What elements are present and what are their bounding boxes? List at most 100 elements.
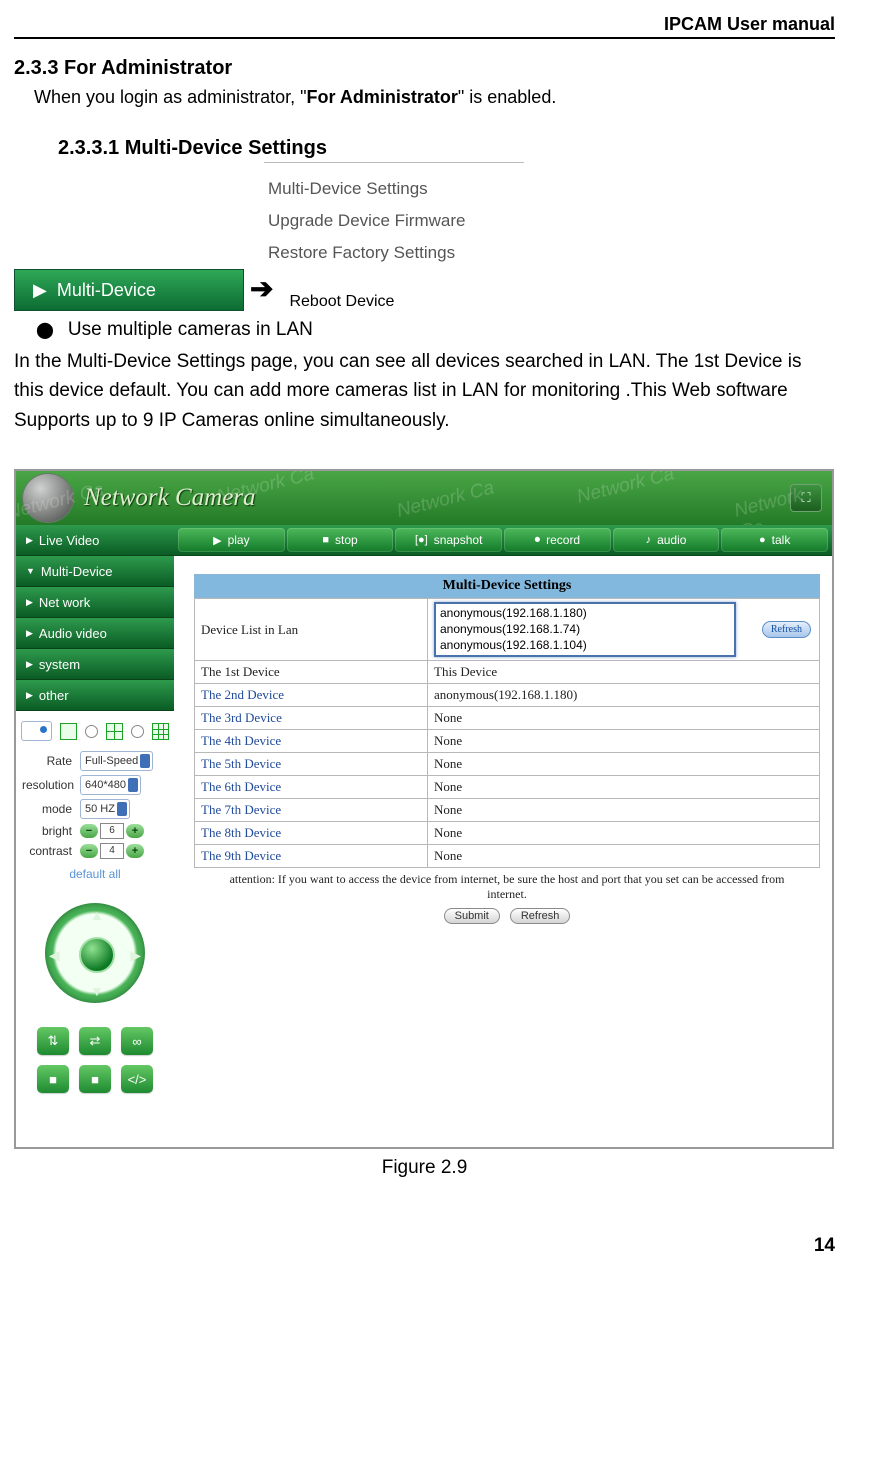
sidebar-item-other[interactable]: ▶ other: [16, 680, 174, 711]
device-list-item[interactable]: anonymous(192.168.1.74): [440, 622, 730, 638]
device-slot-label[interactable]: The 9th Device: [195, 845, 428, 868]
sidebar-item-multi-device[interactable]: ▼Multi-Device: [16, 556, 174, 587]
table-row: The 8th DeviceNone: [195, 822, 820, 845]
arrow-right-icon: ➔: [250, 272, 273, 311]
stop-button[interactable]: ■stop: [287, 528, 394, 552]
multi-device-button[interactable]: ▶ Multi-Device: [14, 269, 244, 311]
device-slot-label[interactable]: The 8th Device: [195, 822, 428, 845]
section-intro: When you login as administrator, "For Ad…: [34, 84, 835, 111]
stop-icon: ■: [322, 534, 329, 546]
device-list-item[interactable]: anonymous(192.168.1.104): [440, 638, 730, 654]
talk-button[interactable]: ●talk: [721, 528, 828, 552]
menu-restore-factory[interactable]: Restore Factory Settings: [264, 237, 835, 269]
device-slot-label[interactable]: The 5th Device: [195, 753, 428, 776]
device-slot-value: None: [428, 730, 820, 753]
sidebar-item-system[interactable]: ▶system: [16, 649, 174, 680]
contrast-value[interactable]: 4: [100, 843, 124, 859]
device-slot-value: None: [428, 799, 820, 822]
figure-2-9-screenshot: Network Ca Network Ca Network Ca Network…: [14, 469, 834, 1149]
device-slot-label[interactable]: The 2nd Device: [195, 684, 428, 707]
device-slot-label: The 1st Device: [195, 661, 428, 684]
sidebar-item-live-video[interactable]: ▶ Live Video: [16, 525, 174, 556]
table-row: The 5th DeviceNone: [195, 753, 820, 776]
contrast-plus-button[interactable]: +: [126, 844, 144, 858]
talk-icon: ●: [759, 534, 766, 546]
audio-button[interactable]: ♪audio: [613, 528, 720, 552]
default-all-link[interactable]: default all: [16, 861, 174, 893]
refresh-button-2[interactable]: Refresh: [510, 908, 571, 924]
layout-radio-2[interactable]: [85, 725, 98, 738]
sidebar-item-label: Live Video: [39, 533, 99, 548]
resolution-label: resolution: [22, 778, 78, 792]
chevron-icon: ▶: [26, 535, 33, 546]
sidebar-item-label: system: [39, 657, 80, 672]
device-list-label: Device List in Lan: [195, 599, 428, 661]
chevron-icon: ▶: [26, 597, 33, 608]
table-row: The 6th DeviceNone: [195, 776, 820, 799]
ptz-left-icon[interactable]: ◀: [49, 947, 60, 964]
table-row: The 4th DeviceNone: [195, 730, 820, 753]
layout-radio-3[interactable]: [131, 725, 144, 738]
device-slot-value: anonymous(192.168.1.180): [428, 684, 820, 707]
device-slot-value: None: [428, 707, 820, 730]
device-slot-label[interactable]: The 6th Device: [195, 776, 428, 799]
toolbar: ▶play■stop[●]snapshot ⏺ record ♪audio●talk: [174, 525, 832, 556]
fullscreen-toggle-button[interactable]: ⛶: [790, 484, 822, 512]
doc-header-title: IPCAM User manual: [14, 14, 835, 35]
layout-3x3-icon[interactable]: [152, 723, 169, 740]
layout-selector-row: [16, 711, 174, 749]
record-icon: ⏺: [535, 534, 541, 547]
flip-v-button[interactable]: ⇅: [37, 1027, 69, 1055]
refresh-button[interactable]: Refresh: [762, 621, 811, 638]
menu-upgrade-firmware[interactable]: Upgrade Device Firmware: [264, 205, 835, 237]
bright-value[interactable]: 6: [100, 823, 124, 839]
mode-label: mode: [22, 802, 78, 816]
contrast-minus-button[interactable]: −: [80, 844, 98, 858]
contrast-label: contrast: [22, 844, 78, 858]
table-row: The 7th DeviceNone: [195, 799, 820, 822]
device-slot-value: This Device: [428, 661, 820, 684]
stop-button[interactable]: ■: [37, 1065, 69, 1093]
resolution-select[interactable]: 640*480: [80, 775, 141, 795]
record-button[interactable]: ⏺ record: [504, 528, 611, 552]
menu-reboot-device[interactable]: Reboot Device: [273, 293, 835, 311]
device-slot-label[interactable]: The 4th Device: [195, 730, 428, 753]
ptz-control[interactable]: ▲ ▼ ◀ ▶: [35, 893, 155, 1013]
sidebar-item-label: other: [39, 688, 69, 703]
ptz-right-icon[interactable]: ▶: [130, 947, 141, 964]
submit-button[interactable]: Submit: [444, 908, 500, 924]
sidebar-item-audio-video[interactable]: ▶Audio video: [16, 618, 174, 649]
toolbar-label: audio: [657, 533, 686, 547]
ptz-up-icon[interactable]: ▲: [90, 907, 104, 923]
device-slot-label[interactable]: The 3rd Device: [195, 707, 428, 730]
loop-button[interactable]: ∞: [121, 1027, 153, 1055]
toolbar-label: record: [546, 533, 580, 547]
stop2-button[interactable]: ■: [79, 1065, 111, 1093]
admin-menu-panel: Multi-Device Settings Upgrade Device Fir…: [264, 162, 835, 269]
ptz-down-icon[interactable]: ▼: [90, 983, 104, 999]
play-button[interactable]: ▶play: [178, 528, 285, 552]
device-slot-label[interactable]: The 7th Device: [195, 799, 428, 822]
header-rule: [14, 37, 835, 39]
bright-plus-button[interactable]: +: [126, 824, 144, 838]
sidebar-item-label: Audio video: [39, 626, 107, 641]
page-number: 14: [14, 1235, 835, 1257]
layout-1x1-icon[interactable]: [60, 723, 77, 740]
flip-h-button[interactable]: ⇄: [79, 1027, 111, 1055]
play-icon: ▶: [213, 534, 221, 547]
table-row: The 3rd DeviceNone: [195, 707, 820, 730]
code-button[interactable]: </>: [121, 1065, 153, 1093]
menu-multi-device-settings[interactable]: Multi-Device Settings: [264, 173, 835, 205]
device-list-box[interactable]: anonymous(192.168.1.180)anonymous(192.16…: [434, 602, 736, 657]
layout-2x2-icon[interactable]: [106, 723, 123, 740]
rate-select[interactable]: Full-Speed: [80, 751, 153, 771]
bullet-text: Use multiple cameras in LAN: [68, 319, 313, 341]
snapshot-button[interactable]: [●]snapshot: [395, 528, 502, 552]
bright-minus-button[interactable]: −: [80, 824, 98, 838]
mode-select[interactable]: 50 HZ: [80, 799, 130, 819]
device-list-item[interactable]: anonymous(192.168.1.180): [440, 606, 730, 622]
sidebar-item-net-work[interactable]: ▶Net work: [16, 587, 174, 618]
section-heading-2-3-3: 2.3.3 For Administrator: [14, 57, 835, 80]
layout-radio-1[interactable]: [21, 721, 52, 741]
chevron-icon: ▶: [26, 690, 33, 701]
